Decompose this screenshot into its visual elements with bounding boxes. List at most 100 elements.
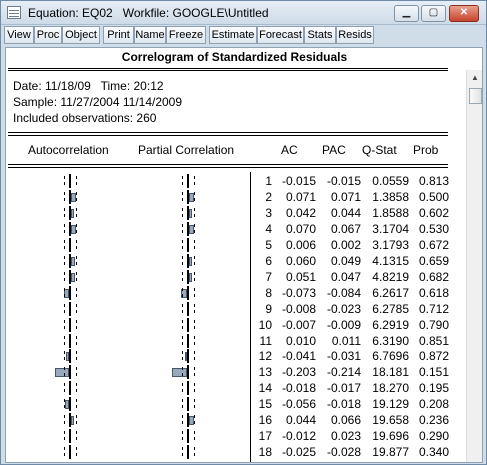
stats-button[interactable]: Stats [304,26,336,44]
equation-window: Equation: EQ02 Workfile: GOOGLE\Untitled… [0,0,487,465]
prob-cell: 0.813 [418,174,449,188]
ac-cell: 0.044 [285,413,316,428]
print-button[interactable]: Print [103,26,134,44]
zero-axis [69,445,71,460]
confidence-bound [194,223,195,227]
close-button[interactable]: ✕ [449,5,479,22]
confidence-bound [182,319,183,323]
zero-axis [69,269,71,284]
zero-axis [187,269,189,284]
correlation-bar [189,208,192,218]
estimate-button[interactable]: Estimate [209,26,257,44]
divider [8,70,448,71]
ac-cell: 0.070 [285,221,316,236]
autocorrelation-plot [47,349,87,364]
scroll-thumb[interactable] [469,88,482,104]
partial-correlation-plot [165,397,205,412]
table-row: 17 -0.012 0.023 19.696 0.290 [6,429,463,444]
confidence-bound [64,191,65,195]
lag-cell: 12 [258,349,272,364]
qstat-cell: 1.3858 [372,189,409,204]
proc-button[interactable]: Proc [34,26,62,44]
minimize-button[interactable]: ▁ [394,5,419,22]
confidence-bound [64,447,65,451]
name-button[interactable]: Name [134,26,166,44]
autocorrelation-plot [47,301,87,316]
confidence-bound [64,287,65,291]
lag-cell: 7 [265,269,272,284]
title-bar[interactable]: Equation: EQ02 Workfile: GOOGLE\Untitled… [1,1,486,25]
lag-cell: 18 [258,445,272,460]
ac-cell: 0.051 [285,269,316,284]
confidence-bound [64,271,65,275]
confidence-bound [182,415,183,419]
pac-cell: -0.028 [326,445,361,460]
divider [8,135,448,136]
autocorrelation-plot [47,221,87,236]
qstat-cell: 1.8588 [372,205,409,220]
table-row: 14 -0.018 -0.017 18.270 0.195 [6,381,463,396]
zero-axis [69,397,71,412]
confidence-bound [194,399,195,403]
zero-axis [187,397,189,412]
ac-cell: 0.010 [285,333,316,348]
correlation-bar [55,368,69,378]
lag-cell: 4 [265,221,272,236]
divider [8,164,448,165]
pac-cell: -0.023 [326,301,361,316]
confidence-bound [182,271,183,275]
zero-axis [187,301,189,316]
date-time-line: Date: 11/18/09 Time: 20:12 [13,79,164,93]
confidence-bound [76,319,77,323]
ac-cell: -0.073 [281,285,316,300]
prob-cell: 0.195 [418,381,449,396]
prob-cell: 0.340 [418,445,449,460]
resids-button[interactable]: Resids [336,26,374,44]
confidence-bound [182,351,183,355]
qstat-header: Q-Stat [362,143,397,157]
prob-cell: 0.851 [418,333,449,348]
zero-axis [69,189,71,204]
qstat-cell: 6.2785 [372,301,409,316]
confidence-bound [182,383,183,387]
confidence-bound [76,223,77,227]
lag-cell: 11 [259,333,272,348]
maximize-button[interactable]: ▢ [421,5,446,22]
zero-axis [69,381,71,396]
zero-axis [69,285,71,300]
zero-axis [69,221,71,236]
autocorrelation-plot [47,205,87,220]
confidence-bound [182,223,183,227]
vertical-scrollbar[interactable]: ▲ [466,70,482,462]
lag-cell: 10 [258,317,272,332]
confidence-bound [182,287,183,291]
pac-cell: -0.009 [326,317,361,332]
forecast-button[interactable]: Forecast [257,26,304,44]
lag-cell: 6 [265,253,272,268]
confidence-bound [194,303,195,307]
output-panel[interactable]: Correlogram of Standardized Residuals Da… [5,47,483,463]
qstat-cell: 19.129 [372,397,409,412]
partial-correlation-header: Partial Correlation [138,143,235,157]
lag-cell: 5 [265,237,272,252]
scroll-up-arrow-icon[interactable]: ▲ [467,70,482,86]
confidence-bound [64,415,65,419]
confidence-bound [194,255,195,259]
zero-axis [187,365,189,380]
pac-cell: -0.031 [326,349,361,364]
confidence-bound [64,367,65,371]
partial-correlation-plot [165,365,205,380]
confidence-bound [76,176,77,179]
view-button[interactable]: View [4,26,34,44]
autocorrelation-plot [47,333,87,348]
lag-cell: 17 [258,429,272,444]
zero-axis [187,189,189,204]
confidence-bound [76,303,77,307]
object-button[interactable]: Object [62,26,100,44]
confidence-bound [64,399,65,403]
freeze-button[interactable]: Freeze [166,26,206,44]
divider [8,132,448,133]
ac-cell: -0.012 [281,429,316,444]
zero-axis [187,174,189,188]
qstat-cell: 19.696 [372,429,409,444]
